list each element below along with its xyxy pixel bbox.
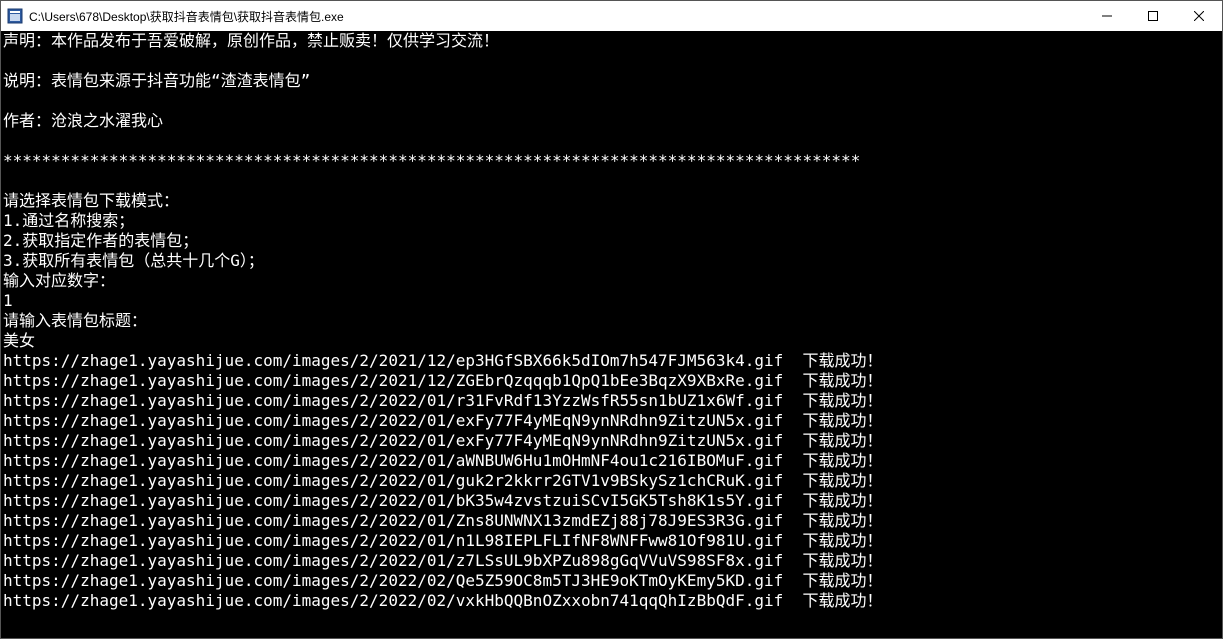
maximize-button[interactable] <box>1130 1 1176 31</box>
close-button[interactable] <box>1176 1 1222 31</box>
window-controls <box>1084 1 1222 31</box>
download-line: https://zhage1.yayashijue.com/images/2/2… <box>3 351 1220 371</box>
download-line: https://zhage1.yayashijue.com/images/2/2… <box>3 451 1220 471</box>
download-line: https://zhage1.yayashijue.com/images/2/2… <box>3 531 1220 551</box>
console-line: 作者：沧浪之水濯我心 <box>3 111 1220 131</box>
download-line: https://zhage1.yayashijue.com/images/2/2… <box>3 471 1220 491</box>
console-line: 美女 <box>3 331 1220 351</box>
console-line: 3.获取所有表情包（总共十几个G）； <box>3 251 1220 271</box>
console-line: ****************************************… <box>3 151 1220 171</box>
titlebar[interactable]: C:\Users\678\Desktop\获取抖音表情包\获取抖音表情包.exe <box>1 1 1222 31</box>
app-icon <box>7 8 23 24</box>
console-line: 请输入表情包标题： <box>3 311 1220 331</box>
download-line: https://zhage1.yayashijue.com/images/2/2… <box>3 571 1220 591</box>
maximize-icon <box>1148 11 1158 21</box>
download-line: https://zhage1.yayashijue.com/images/2/2… <box>3 371 1220 391</box>
download-line: https://zhage1.yayashijue.com/images/2/2… <box>3 591 1220 611</box>
minimize-button[interactable] <box>1084 1 1130 31</box>
download-line: https://zhage1.yayashijue.com/images/2/2… <box>3 551 1220 571</box>
console-output[interactable]: 声明：本作品发布于吾爱破解，原创作品，禁止贩卖！仅供学习交流！ 说明：表情包来源… <box>1 31 1222 638</box>
console-line <box>3 171 1220 191</box>
console-line: 1 <box>3 291 1220 311</box>
download-line: https://zhage1.yayashijue.com/images/2/2… <box>3 491 1220 511</box>
app-window: C:\Users\678\Desktop\获取抖音表情包\获取抖音表情包.exe… <box>0 0 1223 639</box>
console-line <box>3 131 1220 151</box>
download-line: https://zhage1.yayashijue.com/images/2/2… <box>3 391 1220 411</box>
console-line: 声明：本作品发布于吾爱破解，原创作品，禁止贩卖！仅供学习交流！ <box>3 31 1220 51</box>
console-line: 2.获取指定作者的表情包； <box>3 231 1220 251</box>
console-line: 说明：表情包来源于抖音功能“渣渣表情包” <box>3 71 1220 91</box>
console-line <box>3 51 1220 71</box>
download-line: https://zhage1.yayashijue.com/images/2/2… <box>3 431 1220 451</box>
minimize-icon <box>1102 11 1112 21</box>
download-line: https://zhage1.yayashijue.com/images/2/2… <box>3 511 1220 531</box>
console-line: 输入对应数字： <box>3 271 1220 291</box>
console-line: 1.通过名称搜索； <box>3 211 1220 231</box>
console-line: 请选择表情包下载模式： <box>3 191 1220 211</box>
window-title: C:\Users\678\Desktop\获取抖音表情包\获取抖音表情包.exe <box>29 8 344 25</box>
download-line: https://zhage1.yayashijue.com/images/2/2… <box>3 411 1220 431</box>
console-line <box>3 91 1220 111</box>
close-icon <box>1194 11 1204 21</box>
